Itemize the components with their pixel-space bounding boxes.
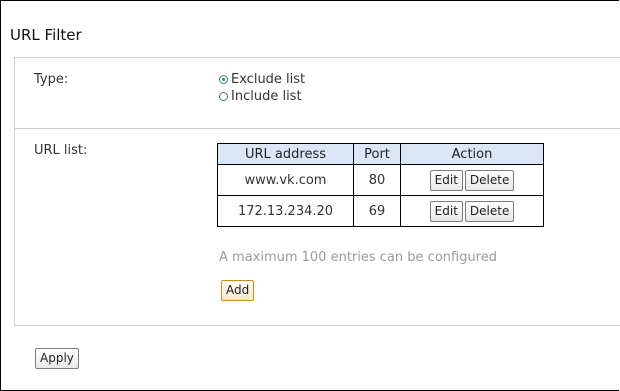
url-cell: www.vk.com bbox=[217, 164, 354, 196]
radio-unchecked-icon[interactable] bbox=[219, 92, 228, 101]
section-divider bbox=[14, 128, 620, 129]
table-header-row: URL address Port Action bbox=[217, 143, 544, 165]
url-cell: 172.13.234.20 bbox=[217, 195, 354, 227]
port-cell: 69 bbox=[353, 195, 401, 227]
delete-button[interactable]: Delete bbox=[464, 169, 515, 191]
add-button-wrap: Add bbox=[220, 279, 255, 301]
radio-exclude-list[interactable]: Exclude list bbox=[219, 72, 305, 87]
page-title: URL Filter bbox=[10, 26, 82, 44]
column-header-url: URL address bbox=[217, 143, 354, 165]
url-table: URL address Port Action www.vk.com 80 Ed… bbox=[217, 143, 544, 227]
apply-button[interactable]: Apply bbox=[35, 347, 79, 369]
type-label: Type: bbox=[34, 72, 69, 87]
column-header-port: Port bbox=[353, 143, 401, 165]
action-cell: Edit Delete bbox=[400, 195, 544, 227]
add-button[interactable]: Add bbox=[221, 279, 255, 301]
column-header-action: Action bbox=[400, 143, 544, 165]
edit-button[interactable]: Edit bbox=[429, 200, 463, 222]
radio-include-label: Include list bbox=[231, 89, 302, 104]
radio-checked-icon[interactable] bbox=[219, 75, 228, 84]
table-row: www.vk.com 80 Edit Delete bbox=[217, 164, 544, 196]
delete-button[interactable]: Delete bbox=[464, 200, 515, 222]
url-list-label: URL list: bbox=[34, 143, 88, 158]
radio-include-list[interactable]: Include list bbox=[219, 89, 302, 104]
port-cell: 80 bbox=[353, 164, 401, 196]
max-entries-hint: A maximum 100 entries can be configured bbox=[219, 250, 497, 265]
apply-button-wrap: Apply bbox=[34, 347, 80, 369]
table-row: 172.13.234.20 69 Edit Delete bbox=[217, 195, 544, 227]
action-cell: Edit Delete bbox=[400, 164, 544, 196]
radio-exclude-label: Exclude list bbox=[231, 72, 306, 87]
edit-button[interactable]: Edit bbox=[429, 169, 463, 191]
